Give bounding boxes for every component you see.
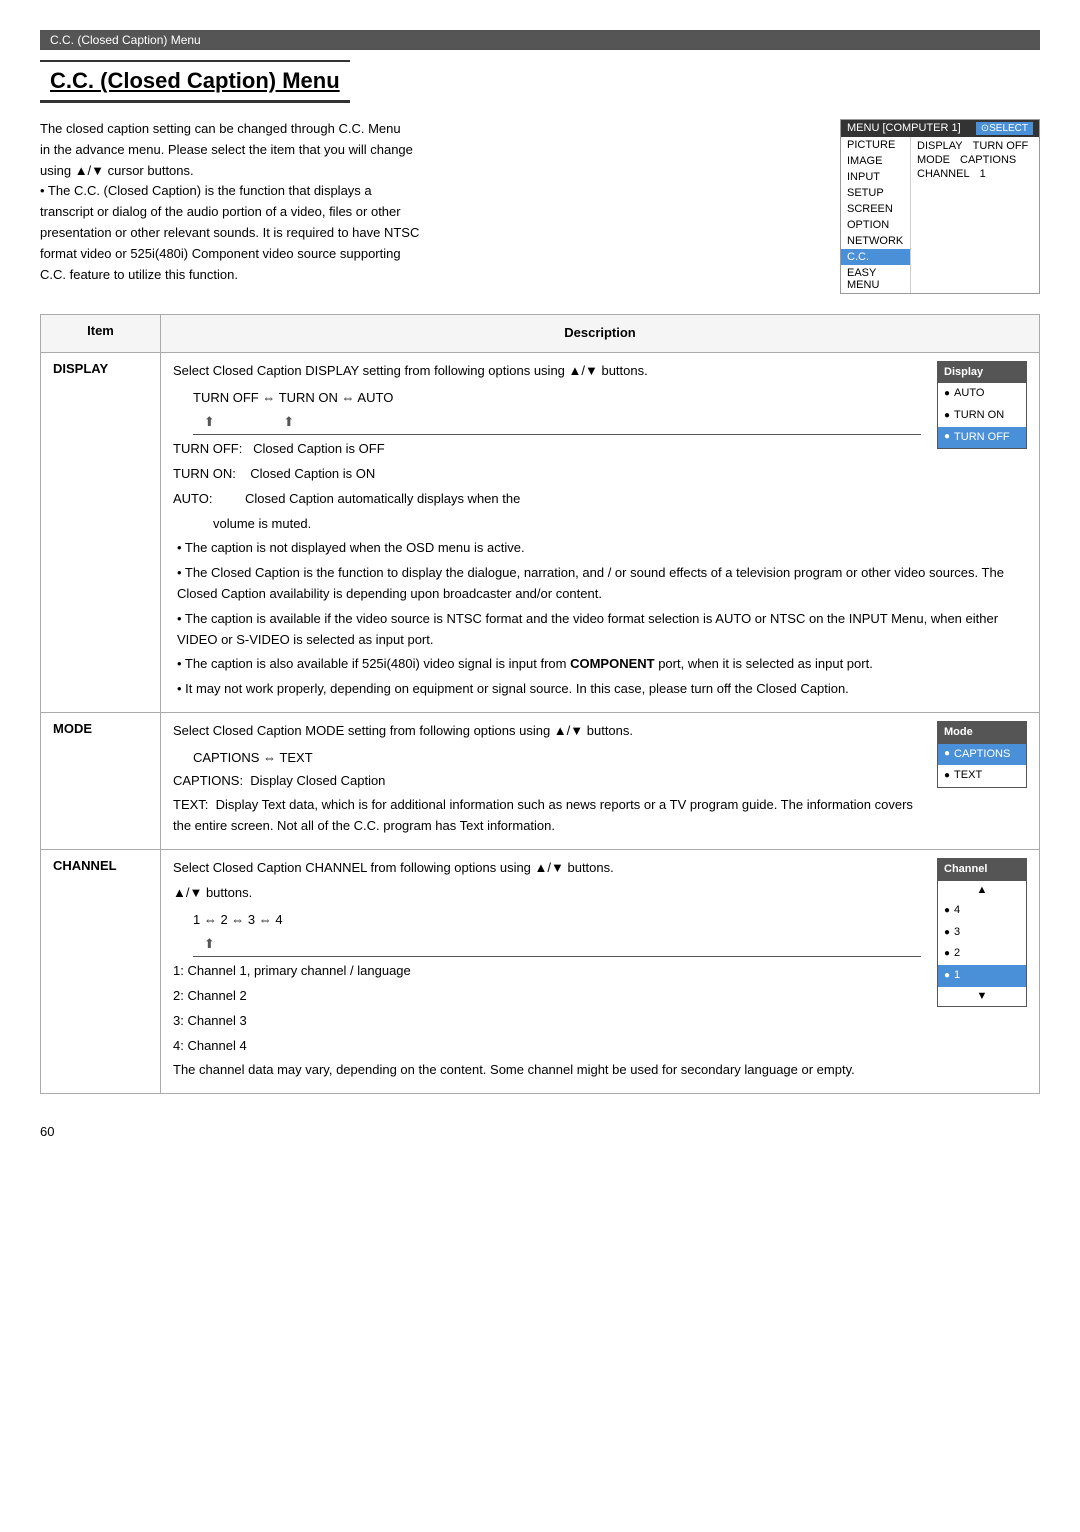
channel-widget-header: Channel	[938, 859, 1026, 881]
display-turn-line: TURN OFF ⇔ TURN ON ⇔ AUTO	[193, 388, 1027, 409]
breadcrumb: C.C. (Closed Caption) Menu	[40, 30, 1040, 50]
menu-item-network: NETWORK	[841, 233, 910, 249]
col-desc-header: Description	[161, 315, 1040, 353]
channel-buttons-label: ▲/▼ buttons.	[173, 883, 1027, 904]
display-auto-label: AUTO: Closed Caption automatically displ…	[173, 491, 520, 506]
channel-widget: Channel ▲ ● 4 ● 3 ● 2 ● 1 ▼	[937, 858, 1027, 1007]
main-table: Item Description DISPLAY Display ● AUTO …	[40, 314, 1040, 1094]
channel-option-3: ● 3	[938, 922, 1026, 944]
channel-note: The channel data may vary, depending on …	[173, 1060, 1027, 1081]
intro-text: The closed caption setting can be change…	[40, 119, 820, 294]
table-row-display: DISPLAY Display ● AUTO ● TURN ON ● TURN …	[41, 352, 1040, 712]
display-auto-label2: volume is muted.	[213, 514, 1027, 535]
channel-arrow-up: ▲	[938, 881, 1026, 901]
mode-captions-label: CAPTIONS: Display Closed Caption	[173, 771, 1027, 792]
breadcrumb-label: C.C. (Closed Caption) Menu	[50, 33, 201, 47]
desc-display: Display ● AUTO ● TURN ON ● TURN OFF Sele…	[161, 352, 1040, 712]
menu-left: PICTURE IMAGE INPUT SETUP SCREEN OPTION …	[841, 137, 911, 293]
display-widget: Display ● AUTO ● TURN ON ● TURN OFF	[937, 361, 1027, 449]
menu-item-cc: C.C.	[841, 249, 910, 265]
channel-arrow-down: ▼	[938, 987, 1026, 1007]
mode-intro: Select Closed Caption MODE setting from …	[173, 721, 1027, 742]
display-bullet4: • The caption is also available if 525i(…	[177, 654, 1027, 675]
desc-channel: Channel ▲ ● 4 ● 3 ● 2 ● 1 ▼	[161, 849, 1040, 1093]
menu-item-screen: SCREEN	[841, 201, 910, 217]
display-option-auto: ● AUTO	[938, 383, 1026, 405]
menu-item-setup: SETUP	[841, 185, 910, 201]
mode-turn-line: CAPTIONS ⇔ TEXT	[193, 748, 1027, 769]
table-row-mode: MODE Mode ● CAPTIONS ● TEXT Select Close…	[41, 712, 1040, 849]
channel-2-label: 2: Channel 2	[173, 986, 1027, 1007]
channel-4-label: 4: Channel 4	[173, 1036, 1027, 1057]
display-turnon-label: TURN ON: Closed Caption is ON	[173, 466, 375, 481]
mode-option-text: ● TEXT	[938, 765, 1026, 787]
display-option-turnoff: ● TURN OFF	[938, 427, 1026, 449]
menu-item-option: OPTION	[841, 217, 910, 233]
mode-option-captions: ● CAPTIONS	[938, 744, 1026, 766]
menu-right: DISPLAYTURN OFF MODECAPTIONS CHANNEL1	[911, 137, 1039, 293]
menu-item-image: IMAGE	[841, 153, 910, 169]
display-bullet5: • It may not work properly, depending on…	[177, 679, 1027, 700]
channel-1-label: 1: Channel 1, primary channel / language	[173, 961, 1027, 982]
display-turnoff-label: TURN OFF: Closed Caption is OFF	[173, 441, 385, 456]
menu-item-input: INPUT	[841, 169, 910, 185]
channel-arrow: ⬆︎	[193, 934, 1027, 957]
display-bullet2: • The Closed Caption is the function to …	[177, 563, 1027, 605]
channel-intro: Select Closed Caption CHANNEL from follo…	[173, 858, 1027, 879]
display-bullet3: • The caption is available if the video …	[177, 609, 1027, 651]
menu-screenshot: MENU [COMPUTER 1] ⊙SELECT PICTURE IMAGE …	[840, 119, 1040, 294]
mode-text-label: TEXT: Display Text data, which is for ad…	[173, 795, 1027, 837]
intro-section: The closed caption setting can be change…	[40, 119, 1040, 294]
page-title: C.C. (Closed Caption) Menu	[40, 60, 350, 103]
menu-item-picture: PICTURE	[841, 137, 910, 153]
display-intro: Select Closed Caption DISPLAY setting fr…	[173, 361, 1027, 382]
menu-right-row-channel: CHANNEL1	[917, 167, 1033, 181]
desc-mode: Mode ● CAPTIONS ● TEXT Select Closed Cap…	[161, 712, 1040, 849]
mode-widget: Mode ● CAPTIONS ● TEXT	[937, 721, 1027, 788]
channel-option-2: ● 2	[938, 943, 1026, 965]
menu-right-row-display: DISPLAYTURN OFF	[917, 139, 1033, 153]
menu-header: MENU [COMPUTER 1] ⊙SELECT	[841, 120, 1039, 137]
item-display: DISPLAY	[41, 352, 161, 712]
page-number: 60	[40, 1124, 1040, 1139]
col-item-header: Item	[41, 315, 161, 353]
display-bullet1: • The caption is not displayed when the …	[177, 538, 1027, 559]
display-option-turnon: ● TURN ON	[938, 405, 1026, 427]
display-widget-header: Display	[938, 362, 1026, 384]
menu-item-easy-menu: EASY MENU	[841, 265, 910, 293]
item-channel: CHANNEL	[41, 849, 161, 1093]
channel-3-label: 3: Channel 3	[173, 1011, 1027, 1032]
mode-widget-header: Mode	[938, 722, 1026, 744]
menu-right-row-mode: MODECAPTIONS	[917, 153, 1033, 167]
channel-turn-line: 1 ⇔ 2 ⇔ 3 ⇔ 4	[193, 910, 1027, 931]
menu-body: PICTURE IMAGE INPUT SETUP SCREEN OPTION …	[841, 137, 1039, 293]
channel-option-1: ● 1	[938, 965, 1026, 987]
channel-option-4: ● 4	[938, 900, 1026, 922]
display-arrow: ⬆︎ ⬆︎	[193, 412, 1027, 435]
item-mode: MODE	[41, 712, 161, 849]
table-row-channel: CHANNEL Channel ▲ ● 4 ● 3 ● 2	[41, 849, 1040, 1093]
